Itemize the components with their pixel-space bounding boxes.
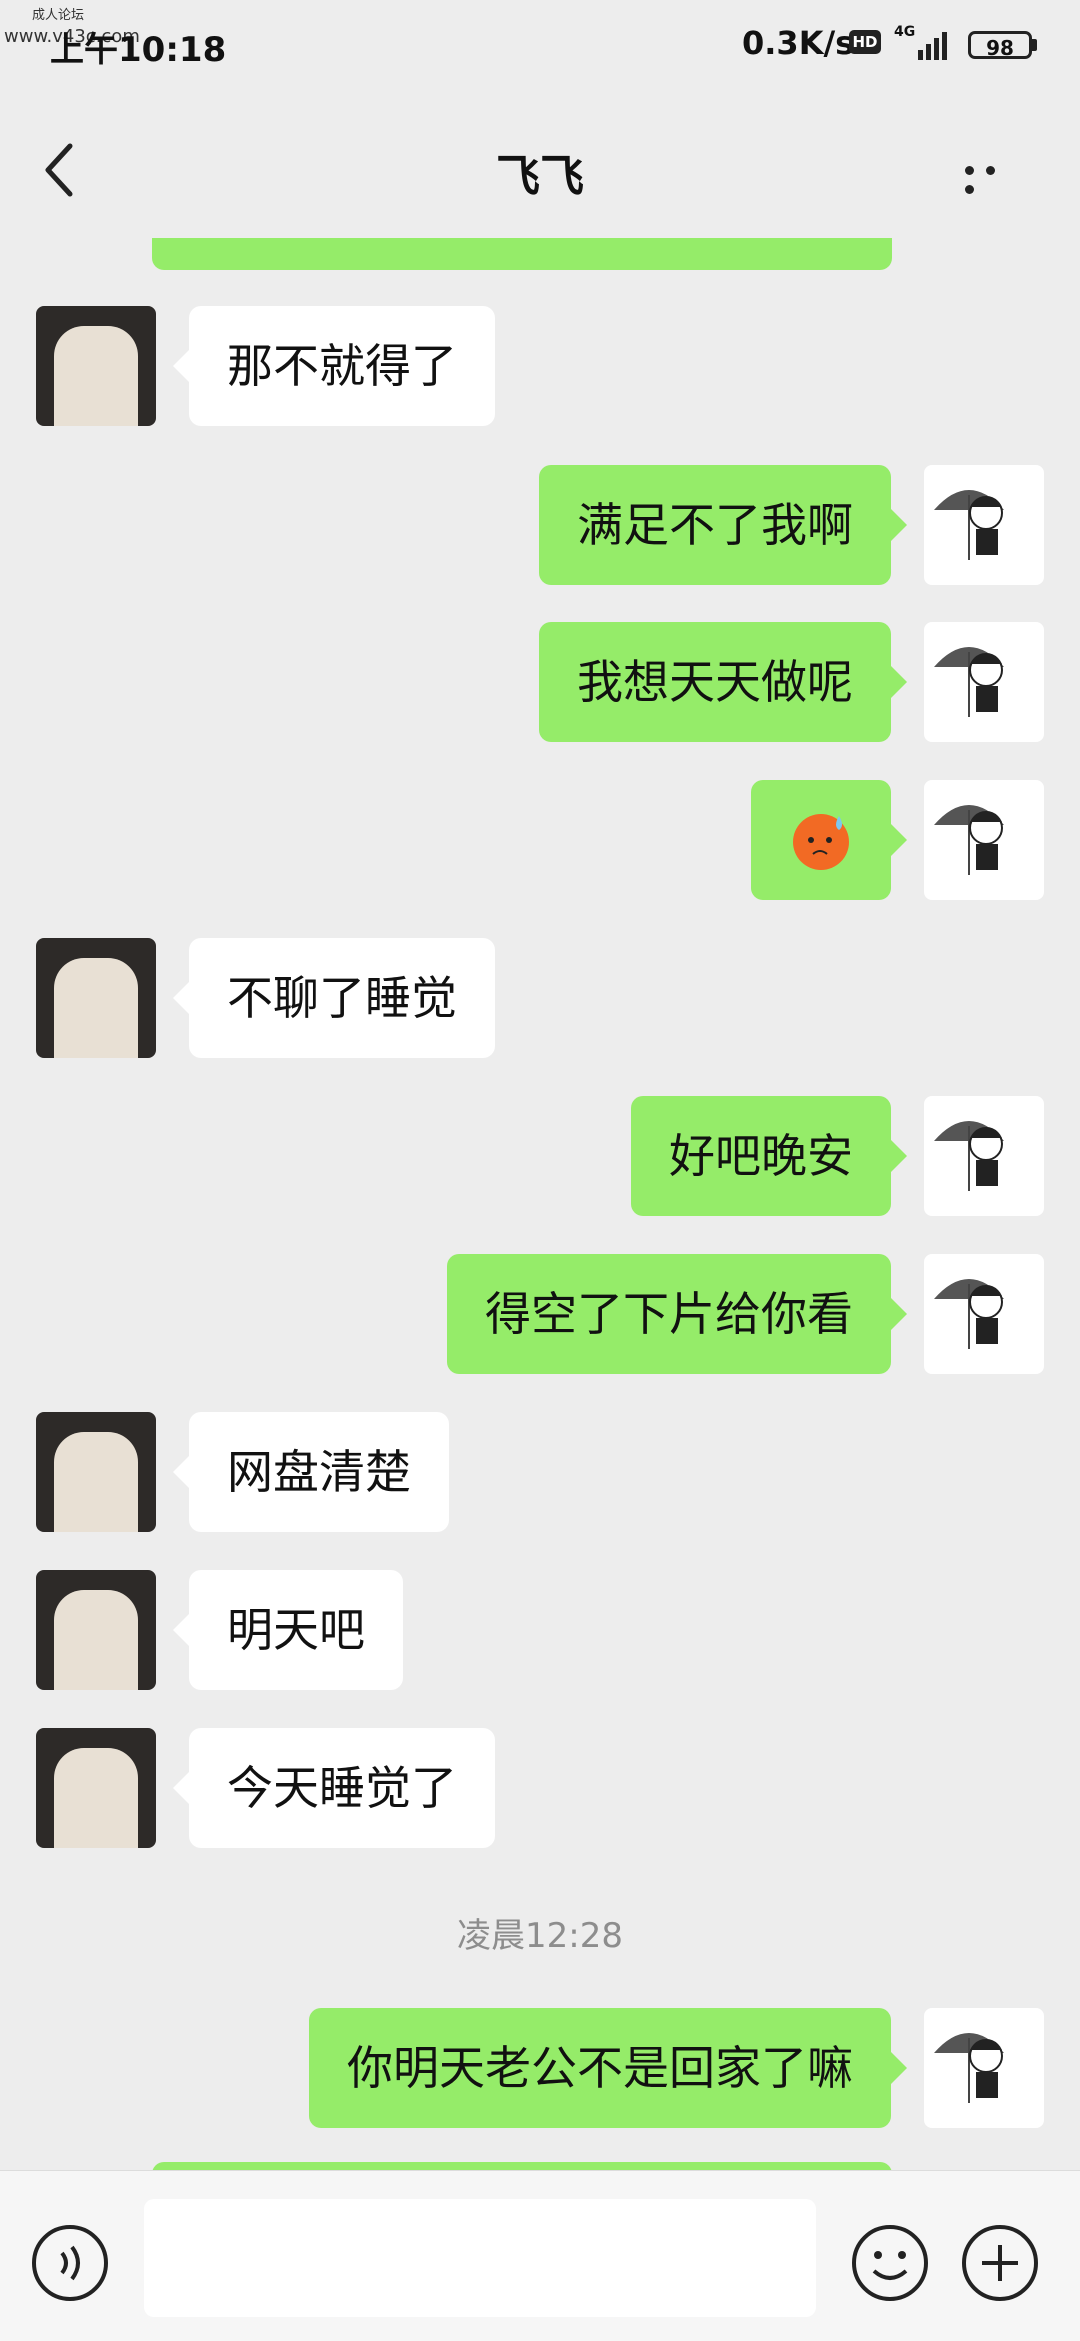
message-bubble-partial[interactable] [152, 238, 892, 270]
message-bubble[interactable]: 得空了下片给你看 [447, 1254, 907, 1374]
my-avatar[interactable] [924, 780, 1044, 900]
my-avatar[interactable] [924, 622, 1044, 742]
message-bubble[interactable]: 那不就得了 [173, 306, 495, 426]
status-time: 上午10:18 [50, 30, 227, 70]
sticker-avatar-icon [934, 647, 1004, 717]
voice-input-icon[interactable] [30, 2223, 110, 2303]
message-bubble[interactable]: 你明天老公不是回家了嘛 [309, 2008, 907, 2128]
sticker-avatar-icon [934, 2033, 1004, 2103]
watermark-label: 成人论坛 [32, 8, 85, 23]
my-avatar[interactable] [924, 2008, 1044, 2128]
my-avatar[interactable] [924, 1096, 1044, 1216]
message-bubble[interactable]: 好吧晚安 [631, 1096, 907, 1216]
plus-icon[interactable] [960, 2223, 1040, 2303]
my-avatar[interactable] [924, 465, 1044, 585]
message-input[interactable] [144, 2199, 816, 2317]
sticker-avatar-icon [934, 1279, 1004, 1349]
chat-title: 飞飞 [496, 151, 584, 202]
message-bubble-emoji[interactable] [751, 780, 907, 900]
message-bubble[interactable]: 不聊了睡觉 [173, 938, 495, 1058]
contact-avatar[interactable] [36, 1570, 156, 1690]
emoji-icon[interactable] [850, 2223, 930, 2303]
message-bubble[interactable]: 今天睡觉了 [173, 1728, 495, 1848]
signal-icon [918, 32, 947, 60]
hd-badge: HD [849, 30, 881, 54]
sticker-avatar-icon [934, 490, 1004, 560]
time-separator: 凌晨12:28 [457, 1916, 623, 1956]
sweat-face-emoji-icon [793, 814, 849, 870]
sticker-avatar-icon [934, 805, 1004, 875]
message-bubble[interactable]: 明天吧 [173, 1570, 403, 1690]
status-bar: 成人论坛 www.v43c.com 上午10:18 0.3K/s HD 4G 9… [0, 0, 1080, 90]
my-avatar[interactable] [924, 1254, 1044, 1374]
sticker-avatar-icon [934, 1121, 1004, 1191]
network-speed: 0.3K/s [742, 24, 855, 62]
message-bubble[interactable]: 网盘清楚 [173, 1412, 449, 1532]
message-bubble[interactable]: 满足不了我啊 [539, 465, 907, 585]
contact-avatar[interactable] [36, 1412, 156, 1532]
input-bar [0, 2170, 1080, 2341]
battery-tip [1032, 39, 1037, 51]
more-options-icon[interactable] [965, 160, 1025, 194]
contact-avatar[interactable] [36, 1728, 156, 1848]
contact-avatar[interactable] [36, 306, 156, 426]
message-bubble[interactable]: 我想天天做呢 [539, 622, 907, 742]
contact-avatar[interactable] [36, 938, 156, 1058]
battery-indicator: 98 [968, 31, 1032, 60]
